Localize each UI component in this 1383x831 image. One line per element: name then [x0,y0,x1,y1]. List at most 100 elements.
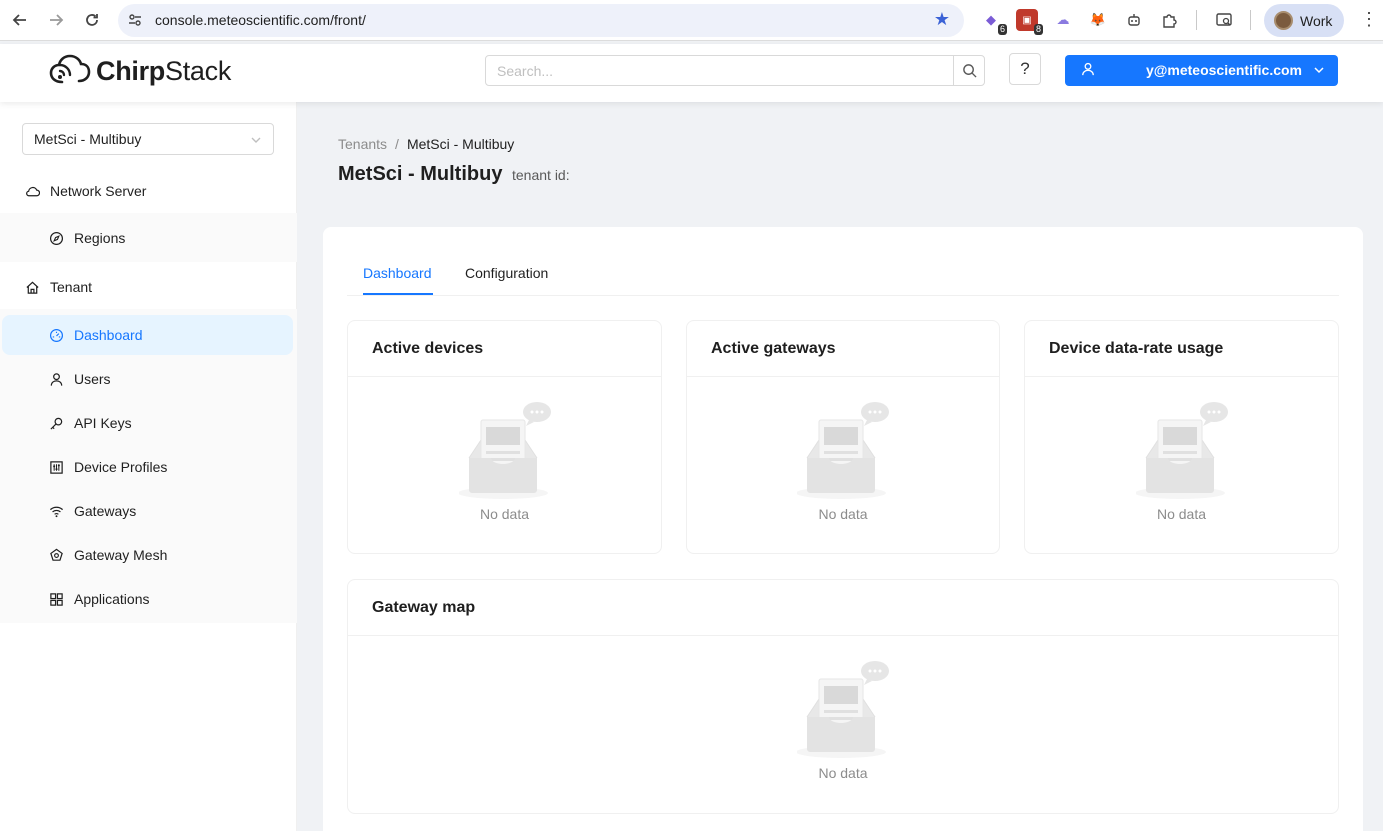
sidebar-item-dashboard[interactable]: Dashboard [2,315,293,355]
help-button[interactable]: ? [1009,53,1041,85]
sidebar-item-applications[interactable]: Applications [0,579,297,619]
sidebar-item-label: Dashboard [74,327,143,343]
breadcrumb-separator: / [395,136,399,152]
user-email: y@meteoscientific.com [1145,62,1302,78]
panel-active-devices: Active devices No data [347,320,662,554]
tab-configuration[interactable]: Configuration [465,265,548,281]
breadcrumb-link-tenants[interactable]: Tenants [338,136,387,152]
page-title: MetSci - Multibuy [338,163,503,185]
empty-state-label: No data [479,506,530,522]
sidebar-item-users[interactable]: Users [0,359,297,399]
sidebar-item-gateway-mesh[interactable]: Gateway Mesh [0,535,297,575]
search-icon [962,64,977,78]
user-menu-button[interactable]: y@meteoscientific.com [1065,55,1338,86]
panel-gateway-map: Gateway map No data [347,579,1339,814]
back-icon[interactable] [8,8,32,32]
menu-group-label: Tenant [50,279,93,295]
appstore-icon [48,591,64,607]
empty-state: No data [1025,400,1338,522]
key-icon [48,415,64,431]
tenant-select[interactable]: MetSci - Multibuy [22,123,274,155]
page-subtitle: tenant id: [512,167,570,183]
sidebar: MetSci - Multibuy Network Server Regions… [0,102,297,831]
home-icon [24,279,40,295]
empty-state: No data [687,400,999,522]
extension-2-badge: 8 [1033,24,1043,35]
chirpstack-logo[interactable]: ChirpStack [48,52,231,90]
empty-inbox-icon [797,402,889,499]
sidebar-item-label: Regions [74,230,126,246]
chirpstack-logo-icon [49,54,91,84]
menu-group-tenant[interactable]: Tenant [0,265,297,309]
compass-icon [48,230,64,246]
control-icon [48,459,64,475]
profile-button[interactable]: Work [1264,4,1344,37]
avatar [1274,11,1293,30]
browser-toolbar: console.meteoscientific.com/front/ ★ ◆ 6 … [0,0,1383,41]
profile-label: Work [1300,12,1333,29]
toolbar-separator [1196,10,1197,30]
bookmark-star-icon[interactable]: ★ [934,9,950,30]
forward-icon[interactable] [44,8,68,32]
chevron-down-icon [250,133,262,149]
sidebar-item-api-keys[interactable]: API Keys [0,403,297,443]
browser-menu-icon[interactable]: ⋮ [1360,9,1378,30]
bot-icon[interactable] [1123,9,1145,31]
mesh-icon [48,547,64,563]
address-bar[interactable]: console.meteoscientific.com/front/ ★ [118,4,964,37]
sidebar-item-label: Gateway Mesh [74,547,168,563]
panel-title: Active devices [348,321,661,377]
reload-icon[interactable] [80,8,104,32]
tab-dashboard[interactable]: Dashboard [363,265,432,281]
tenant-select-value: MetSci - Multibuy [34,131,142,147]
sidebar-item-label: Device Profiles [74,459,168,475]
sidebar-item-device-profiles[interactable]: Device Profiles [0,447,297,487]
breadcrumb-current: MetSci - Multibuy [406,136,515,152]
extensions-puzzle-icon[interactable] [1159,9,1181,31]
empty-inbox-icon [1135,402,1228,499]
panel-title: Active gateways [687,321,999,377]
extension-1-icon[interactable]: ◆ 6 [980,9,1007,35]
empty-state-label: No data [1156,506,1207,522]
sidebar-item-label: Applications [74,591,150,607]
url-text[interactable]: console.meteoscientific.com/front/ [155,12,366,28]
panel-active-gateways: Active gateways No data [686,320,1000,554]
app-header: ChirpStack ? y@meteoscientific.com [0,44,1383,102]
extension-2-icon[interactable]: ▣ 8 [1016,9,1043,35]
tab-search-icon[interactable] [1213,9,1235,31]
menu-group-network-server[interactable]: Network Server [0,169,297,213]
user-icon [48,371,64,387]
wifi-icon [48,503,64,519]
sidebar-item-gateways[interactable]: Gateways [0,491,297,531]
panel-title: Gateway map [348,580,1338,636]
extension-1-badge: 6 [997,24,1007,35]
logo-text: ChirpStack [96,55,232,86]
empty-inbox-icon [458,402,551,499]
search-bar [485,55,985,86]
user-icon [1081,62,1095,79]
site-settings-icon[interactable] [126,11,144,29]
toolbar-separator [1250,10,1251,30]
empty-inbox-icon [797,661,889,758]
panel-device-data-rate-usage: Device data-rate usage No data [1024,320,1339,554]
metamask-icon[interactable]: 🦊 [1087,9,1109,31]
empty-state: No data [348,659,1338,781]
dashboard-icon [48,327,64,343]
panel-title: Device data-rate usage [1025,321,1338,377]
search-button[interactable] [953,55,985,86]
extension-3-icon[interactable]: ☁ [1052,9,1074,31]
empty-state-label: No data [818,506,868,522]
sidebar-item-label: API Keys [74,415,132,431]
sidebar-item-label: Gateways [74,503,137,519]
cloud-icon [24,183,40,199]
sidebar-item-regions[interactable]: Regions [0,218,297,258]
search-input[interactable] [485,55,954,86]
empty-state: No data [348,400,661,522]
menu-group-label: Network Server [50,183,147,199]
tab-active-indicator [363,293,433,295]
sidebar-item-label: Users [74,371,111,387]
chevron-down-icon [1313,63,1325,79]
empty-state-label: No data [818,765,868,781]
breadcrumb: Tenants / MetSci - Multibuy [338,136,514,152]
tab-bar: Dashboard Configuration [347,255,1339,296]
